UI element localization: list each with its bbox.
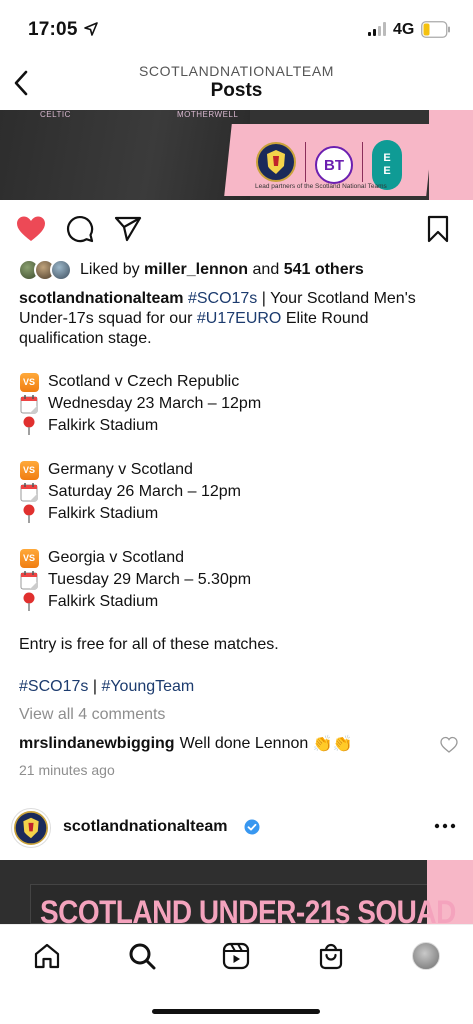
likes-and: and xyxy=(252,261,280,278)
cell-signal-icon xyxy=(368,22,386,36)
calendar-icon xyxy=(19,394,39,414)
caption-text: Elite Round xyxy=(285,310,369,327)
match-item: VS Georgia v Scotland Tuesday 29 March – … xyxy=(19,547,459,613)
scotland-crest-icon xyxy=(256,142,296,182)
share-button[interactable] xyxy=(111,212,145,246)
match-date: Saturday 26 March – 12pm xyxy=(48,483,241,500)
comment-like-icon[interactable] xyxy=(440,736,458,754)
bt-logo: BT xyxy=(315,146,353,184)
next-post-image-text: SCOTLAND UNDER-21s SQUAD xyxy=(40,894,456,924)
post-caption: scotlandnationalteam #SCO17s | Your Scot… xyxy=(19,289,459,697)
tab-profile[interactable] xyxy=(411,941,441,971)
calendar-icon xyxy=(19,570,39,590)
match-item: VS Scotland v Czech Republic Wednesday 23… xyxy=(19,371,459,437)
match-date: Wednesday 23 March – 12pm xyxy=(48,395,262,412)
shopping-bag-icon xyxy=(319,943,343,970)
post-image[interactable]: CELTIC MOTHERWELL BT E E Lead partners o… xyxy=(0,110,473,200)
tab-search[interactable] xyxy=(127,941,157,971)
sponsor-divider xyxy=(305,142,306,182)
status-time: 17:05 xyxy=(28,19,78,40)
battery-icon xyxy=(421,21,450,38)
tab-home[interactable] xyxy=(32,941,62,971)
tab-reels[interactable] xyxy=(221,941,251,971)
pin-icon xyxy=(19,504,39,524)
match-fixture: Germany v Scotland xyxy=(48,461,193,478)
calendar-icon xyxy=(19,482,39,502)
hashtag[interactable]: #U17EURO xyxy=(197,310,281,327)
match-venue: Falkirk Stadium xyxy=(48,417,159,434)
likes-others[interactable]: 541 others xyxy=(284,261,364,279)
profile-avatar xyxy=(412,942,440,970)
caption-username[interactable]: scotlandnationalteam xyxy=(19,290,183,307)
caption-text: | Your Scotland Men's xyxy=(261,290,416,307)
likes-prefix: Liked by xyxy=(80,261,140,278)
network-label: 4G xyxy=(393,21,415,38)
bottom-tab-bar xyxy=(0,924,473,1024)
match-item: VS Germany v Scotland Saturday 26 March –… xyxy=(19,459,459,525)
pin-icon xyxy=(19,592,39,612)
next-post-image[interactable]: SCOTLAND UNDER-21s SQUAD xyxy=(0,860,473,924)
comment-emoji: 👏👏 xyxy=(312,736,353,753)
likes-summary[interactable]: Liked by miller_lennon and 541 others xyxy=(18,258,364,282)
comment-row: mrslindanewbigging Well done Lennon 👏👏 xyxy=(19,734,459,754)
vs-icon: VS xyxy=(19,548,39,568)
liker-username[interactable]: miller_lennon xyxy=(144,261,248,279)
hashtag[interactable]: #SCO17s xyxy=(19,678,88,695)
ee-letter: E xyxy=(383,152,391,164)
paper-plane-icon xyxy=(114,216,142,242)
comment-button[interactable] xyxy=(63,212,97,246)
match-fixture: Scotland v Czech Republic xyxy=(48,373,240,390)
banner-pink-edge xyxy=(429,110,473,200)
verified-badge-icon xyxy=(244,819,260,835)
vs-icon: VS xyxy=(19,460,39,480)
banner-label-right: MOTHERWELL xyxy=(177,110,239,119)
match-venue: Falkirk Stadium xyxy=(48,505,159,522)
post-timestamp: 21 minutes ago xyxy=(19,762,115,778)
search-icon xyxy=(129,943,156,970)
caption-text: Entry is free for all of these matches. xyxy=(19,636,279,653)
caption-text: qualification stage. xyxy=(19,330,152,347)
banner-background xyxy=(0,110,250,200)
like-button[interactable] xyxy=(14,212,48,246)
bookmark-icon xyxy=(427,215,449,243)
caption-text: Under-17s squad for our xyxy=(19,310,193,327)
tab-shop[interactable] xyxy=(316,941,346,971)
location-arrow-icon xyxy=(84,22,98,36)
post-actions xyxy=(0,212,473,248)
scotland-crest-icon xyxy=(14,811,48,845)
home-icon xyxy=(34,943,60,969)
hashtag[interactable]: #YoungTeam xyxy=(101,678,194,695)
comment-username[interactable]: mrslindanewbigging xyxy=(19,735,175,753)
nav-account-name: SCOTLANDNATIONALTEAM xyxy=(138,63,335,79)
next-post-header: scotlandnationalteam xyxy=(0,806,473,850)
comment-bubble-icon xyxy=(66,215,94,243)
ee-letter: E xyxy=(383,165,391,177)
hashtag[interactable]: #SCO17s xyxy=(188,290,257,307)
vs-icon: VS xyxy=(19,372,39,392)
comment-text: Well done Lennon xyxy=(179,735,309,752)
match-venue: Falkirk Stadium xyxy=(48,593,159,610)
avatar xyxy=(50,259,72,281)
nav-header: SCOTLANDNATIONALTEAM Posts xyxy=(0,60,473,110)
more-options-icon[interactable] xyxy=(433,816,457,836)
status-bar: 17:05 4G xyxy=(0,0,473,60)
reels-icon xyxy=(222,942,250,970)
account-avatar[interactable] xyxy=(11,808,51,848)
hashtag-separator: | xyxy=(92,678,97,695)
view-all-comments-link[interactable]: View all 4 comments xyxy=(19,706,165,724)
sponsor-divider xyxy=(362,142,363,182)
match-date: Tuesday 29 March – 5.30pm xyxy=(48,571,252,588)
pin-icon xyxy=(19,416,39,436)
page-title: Posts xyxy=(210,80,263,101)
next-post-username[interactable]: scotlandnationalteam xyxy=(63,818,227,836)
match-fixture: Georgia v Scotland xyxy=(48,549,185,566)
home-indicator[interactable] xyxy=(152,1009,320,1014)
heart-filled-icon xyxy=(17,216,45,241)
banner-label-left: CELTIC xyxy=(40,110,71,119)
liker-avatars xyxy=(18,259,74,281)
save-button[interactable] xyxy=(421,212,455,246)
sponsor-note: Lead partners of the Scotland National T… xyxy=(255,183,387,190)
